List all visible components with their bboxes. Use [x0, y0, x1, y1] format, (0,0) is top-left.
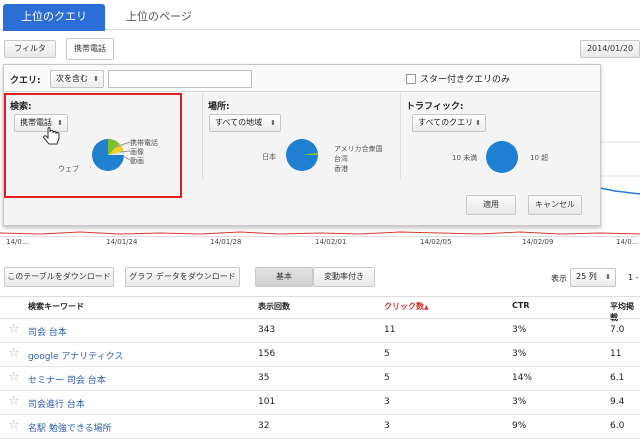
query-operator-value: 次を含む: [56, 74, 88, 83]
view-change-button[interactable]: 変動率付き: [313, 267, 375, 287]
filter-chip-mobile[interactable]: 携帯電話: [66, 38, 114, 60]
table-top-border: [0, 296, 640, 297]
divider: [400, 93, 401, 179]
rows-per-page-select[interactable]: 25 列 ⬍: [570, 268, 616, 287]
axis-tick: 14/02/05: [420, 238, 452, 246]
updown-icon: ⬍: [270, 119, 276, 127]
starred-only-checkbox[interactable]: [406, 74, 416, 84]
cancel-button[interactable]: キャンセル: [528, 195, 582, 215]
traffic-value: すべてのクエリ: [418, 118, 474, 127]
updown-icon: ⬍: [93, 75, 99, 83]
ctr-cell: 3%: [512, 397, 527, 407]
traffic-pie: [486, 141, 518, 173]
ctr-cell: 9%: [512, 421, 527, 431]
keyword-link[interactable]: google アナリティクス: [28, 349, 123, 362]
col-header-clicks-label: クリック数: [384, 302, 424, 311]
clicks-cell: 5: [384, 373, 390, 383]
pie-label-over-10: 10 超: [530, 154, 549, 162]
updown-icon: ⬍: [475, 119, 481, 127]
axis-tick: 14/01/24: [106, 238, 138, 246]
table-row: ☆ セミナー 司会 台本 35 5 14% 6.1: [0, 367, 640, 391]
star-icon[interactable]: ☆: [8, 370, 20, 385]
table-row: ☆ 司会 台本 343 11 3% 7.0: [0, 319, 640, 343]
clicks-cell: 3: [384, 421, 390, 431]
position-cell: 7.0: [610, 325, 625, 335]
highlight-box: [4, 93, 182, 198]
position-cell: 9.4: [610, 397, 625, 407]
traffic-label: トラフィック:: [406, 102, 464, 112]
table-row: ☆ 司会進行 台本 101 3 3% 9.4: [0, 391, 640, 415]
impressions-cell: 32: [258, 421, 270, 431]
apply-button[interactable]: 適用: [466, 195, 516, 215]
tab-top-queries[interactable]: 上位のクエリ: [3, 4, 105, 31]
pie-legend-usa: アメリカ合衆国: [334, 145, 383, 153]
pie-label-japan: 日本: [262, 153, 276, 161]
col-header-clicks[interactable]: クリック数▲: [384, 301, 429, 312]
position-cell: 11: [610, 349, 622, 359]
pie-label-under-10: 10 未満: [452, 154, 478, 162]
axis-tick: 14/0...: [616, 238, 639, 246]
col-header-impressions[interactable]: 表示回数: [258, 301, 290, 312]
keyword-link[interactable]: 司会 台本: [28, 325, 67, 338]
query-label: クエリ:: [10, 76, 41, 86]
sort-asc-icon: ▲: [424, 304, 429, 311]
location-pie: [286, 139, 318, 171]
query-operator-select[interactable]: 次を含む ⬍: [50, 70, 104, 88]
position-cell: 6.1: [610, 373, 625, 383]
col-header-ctr[interactable]: CTR: [512, 301, 530, 310]
axis-tick: 14/02/09: [522, 238, 554, 246]
table-row: ☆ 名駅 勉強できる場所 32 3 9% 6.0: [0, 415, 640, 439]
keyword-link[interactable]: 司会進行 台本: [28, 397, 85, 410]
table-row: ☆ google アナリティクス 156 5 3% 11: [0, 343, 640, 367]
impressions-cell: 101: [258, 397, 276, 407]
keyword-link[interactable]: 名駅 勉強できる場所: [28, 421, 112, 434]
ctr-cell: 14%: [512, 373, 533, 383]
star-icon[interactable]: ☆: [8, 418, 20, 433]
rows-display-label: 表示: [551, 274, 567, 283]
keyword-link[interactable]: セミナー 司会 台本: [28, 373, 106, 386]
query-text-input[interactable]: [108, 70, 252, 88]
starred-only-label: スター付きクエリのみ: [420, 75, 511, 85]
location-label: 場所:: [208, 102, 230, 112]
clicks-cell: 3: [384, 397, 390, 407]
location-select[interactable]: すべての地域 ⬍: [209, 114, 281, 132]
clicks-series-line: [0, 231, 640, 235]
axis-tick: 14/01/28: [210, 238, 242, 246]
col-header-keyword[interactable]: 検索キーワード: [28, 301, 84, 312]
impressions-cell: 35: [258, 373, 270, 383]
clicks-cell: 5: [384, 349, 390, 359]
tab-top-pages[interactable]: 上位のページ: [112, 4, 206, 31]
location-value: すべての地域: [215, 118, 263, 127]
axis-tick: 14/02/01: [315, 238, 347, 246]
page-indicator: 1 -: [628, 273, 639, 282]
query-filter-row: クエリ: 次を含む ⬍ スター付きクエリのみ: [4, 65, 600, 92]
download-table-button[interactable]: このテーブルをダウンロード: [4, 267, 114, 287]
axis-tick: 14/0...: [6, 238, 29, 246]
tab-bar: 上位のクエリ 上位のページ: [0, 0, 640, 31]
view-basic-button[interactable]: 基本: [255, 267, 313, 287]
download-chart-button[interactable]: グラフ データをダウンロード: [125, 267, 240, 287]
pie-legend-hongkong: 香港: [334, 165, 348, 173]
divider: [202, 93, 203, 179]
ctr-cell: 3%: [512, 349, 527, 359]
traffic-select[interactable]: すべてのクエリ ⬍: [412, 114, 486, 132]
date-range-button[interactable]: 2014/01/20: [580, 40, 640, 58]
ctr-cell: 3%: [512, 325, 527, 335]
star-icon[interactable]: ☆: [8, 346, 20, 361]
impressions-cell: 156: [258, 349, 276, 359]
filter-button[interactable]: フィルタ: [4, 40, 56, 58]
updown-icon: ⬍: [605, 273, 611, 281]
position-cell: 6.0: [610, 421, 625, 431]
star-icon[interactable]: ☆: [8, 322, 20, 337]
impressions-cell: 343: [258, 325, 276, 335]
chart-axis-line: [0, 236, 640, 237]
pie-legend-taiwan: 台湾: [334, 155, 348, 163]
clicks-cell: 11: [384, 325, 396, 335]
star-icon[interactable]: ☆: [8, 394, 20, 409]
rows-per-page-value: 25 列: [576, 272, 597, 281]
